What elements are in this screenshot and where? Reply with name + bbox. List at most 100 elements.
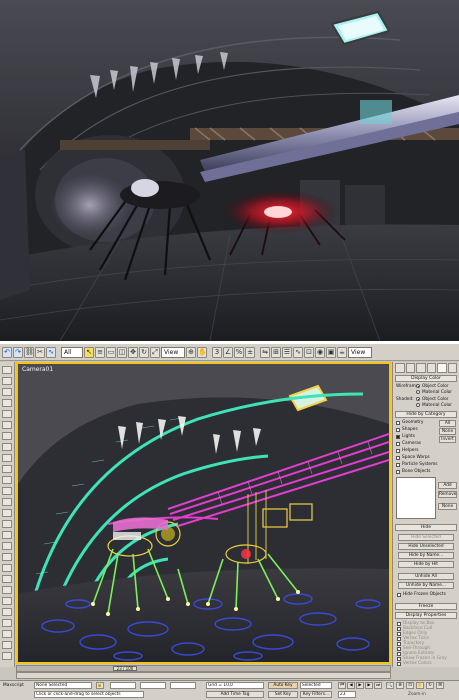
display-properties-rollout-header[interactable]: Display Properties: [395, 612, 457, 619]
track-bar[interactable]: [16, 672, 391, 679]
select-by-name-button[interactable]: ≡: [95, 346, 105, 358]
edges-only-checkbox[interactable]: [397, 632, 401, 636]
left-tool-6[interactable]: [2, 421, 12, 429]
mirror-button[interactable]: ⇋: [260, 346, 270, 358]
maxscript-label[interactable]: Maxscript: [3, 683, 24, 688]
snaps-toggle-button[interactable]: 3: [212, 346, 222, 358]
category-invert-button[interactable]: Invert: [439, 436, 456, 443]
category-add-button[interactable]: Add: [438, 482, 457, 489]
left-tool-8[interactable]: [2, 443, 12, 451]
redo-button[interactable]: ↷: [13, 346, 23, 358]
left-tool-14[interactable]: [2, 509, 12, 517]
display-color-rollout-header[interactable]: Display Color: [395, 375, 457, 382]
vertex-colors-checkbox[interactable]: [397, 662, 401, 666]
left-tool-27[interactable]: [2, 652, 12, 660]
hide-unselected-button[interactable]: Hide Unselected: [398, 543, 454, 550]
zoom-icon[interactable]: 🔍: [386, 682, 394, 689]
display-as-box-checkbox[interactable]: [397, 622, 401, 626]
modify-tab[interactable]: [405, 363, 415, 373]
left-tool-4[interactable]: [2, 399, 12, 407]
goto-end-icon[interactable]: ⏭: [374, 682, 382, 689]
auto-key-button[interactable]: Auto Key: [268, 682, 298, 689]
bind-spacewarp-button[interactable]: ∿: [46, 346, 56, 358]
lock-selection-icon[interactable]: 🔒: [96, 682, 104, 689]
time-slider-thumb[interactable]: 23 / 100: [113, 666, 137, 671]
zoom-extents-icon[interactable]: ⊡: [406, 682, 414, 689]
unhide-by-name-button[interactable]: Unhide by Name...: [398, 582, 454, 589]
spinner-snap-button[interactable]: ±: [245, 346, 255, 358]
left-tool-20[interactable]: [2, 575, 12, 583]
left-tool-1[interactable]: [2, 366, 12, 374]
category-lights-checkbox[interactable]: [396, 435, 400, 439]
shaded-material-color-radio[interactable]: [416, 403, 420, 407]
undo-button[interactable]: ↶: [2, 346, 12, 358]
left-tool-26[interactable]: [2, 641, 12, 649]
ignore-extents-checkbox[interactable]: [397, 652, 401, 656]
select-manipulate-button[interactable]: ✋: [197, 346, 207, 358]
play-icon[interactable]: ▶: [356, 682, 364, 689]
x-coordinate-field[interactable]: [110, 682, 136, 689]
left-tool-19[interactable]: [2, 564, 12, 572]
category-remove-button[interactable]: Remove: [438, 491, 457, 498]
see-through-checkbox[interactable]: [397, 647, 401, 651]
align-button[interactable]: ⊞: [271, 346, 281, 358]
wireframe-material-color-radio[interactable]: [416, 390, 420, 394]
select-rotate-button[interactable]: ↻: [139, 346, 149, 358]
hierarchy-tab[interactable]: [416, 363, 426, 373]
left-tool-12[interactable]: [2, 487, 12, 495]
orbit-icon[interactable]: ↻: [426, 682, 434, 689]
left-tool-3[interactable]: [2, 388, 12, 396]
zoom-all-icon[interactable]: ⊕: [396, 682, 404, 689]
category-all-button[interactable]: All: [439, 420, 456, 427]
set-key-button[interactable]: Set Key: [268, 691, 298, 698]
viewport-label[interactable]: Camera01: [22, 366, 53, 373]
display-tab[interactable]: [437, 363, 447, 373]
add-time-tag-button[interactable]: Add Time Tag: [206, 691, 264, 698]
category-none-button[interactable]: None: [439, 428, 456, 435]
create-tab[interactable]: [395, 363, 405, 373]
hide-by-hit-button[interactable]: Hide by Hit: [398, 561, 454, 568]
next-frame-icon[interactable]: ▶: [365, 682, 373, 689]
left-tool-18[interactable]: [2, 553, 12, 561]
motion-tab[interactable]: [426, 363, 436, 373]
vertex-ticks-checkbox[interactable]: [397, 637, 401, 641]
hide-by-category-rollout-header[interactable]: Hide by Category: [395, 411, 457, 418]
select-object-button[interactable]: ↖: [84, 346, 94, 358]
maximize-viewport-icon[interactable]: ⊞: [436, 682, 444, 689]
rectangular-selection-button[interactable]: ▭: [106, 346, 116, 358]
category-cameras-checkbox[interactable]: [396, 442, 400, 446]
left-tool-9[interactable]: [2, 454, 12, 462]
quick-render-button[interactable]: ☕: [337, 346, 347, 358]
hide-rollout-header[interactable]: Hide: [395, 524, 457, 531]
left-tool-17[interactable]: [2, 542, 12, 550]
curve-editor-button[interactable]: ∿: [293, 346, 303, 358]
category-space-warps-checkbox[interactable]: [396, 456, 400, 460]
left-tool-24[interactable]: [2, 619, 12, 627]
named-selection-dropdown[interactable]: View: [348, 346, 372, 358]
material-editor-button[interactable]: ◉: [315, 346, 325, 358]
schematic-view-button[interactable]: ⊡: [304, 346, 314, 358]
goto-start-icon[interactable]: ⏮: [338, 682, 346, 689]
left-tool-22[interactable]: [2, 597, 12, 605]
unhide-all-button[interactable]: Unhide All: [398, 573, 454, 580]
left-tool-10[interactable]: [2, 465, 12, 473]
angle-snap-button[interactable]: ∠: [223, 346, 233, 358]
select-link-button[interactable]: ⛓: [24, 346, 34, 358]
time-slider[interactable]: 23 / 100: [16, 665, 391, 672]
selection-filter-dropdown[interactable]: All: [61, 346, 83, 358]
category-helpers-checkbox[interactable]: [396, 449, 400, 453]
window-crossing-button[interactable]: ◫: [117, 346, 127, 358]
current-frame-field[interactable]: 23: [338, 691, 356, 698]
select-move-button[interactable]: ✥: [128, 346, 138, 358]
y-coordinate-field[interactable]: [140, 682, 166, 689]
percent-snap-button[interactable]: %: [234, 346, 244, 358]
category-none2-button[interactable]: None: [438, 503, 457, 510]
category-bone-objects-checkbox[interactable]: [396, 470, 400, 474]
render-scene-button[interactable]: ▣: [326, 346, 336, 358]
hide-frozen-checkbox[interactable]: [397, 593, 401, 597]
hide-selected-button[interactable]: Hide Selected: [398, 534, 454, 541]
left-tool-15[interactable]: [2, 520, 12, 528]
prev-frame-icon[interactable]: ◀: [347, 682, 355, 689]
category-geometry-checkbox[interactable]: [396, 421, 400, 425]
left-tool-13[interactable]: [2, 498, 12, 506]
